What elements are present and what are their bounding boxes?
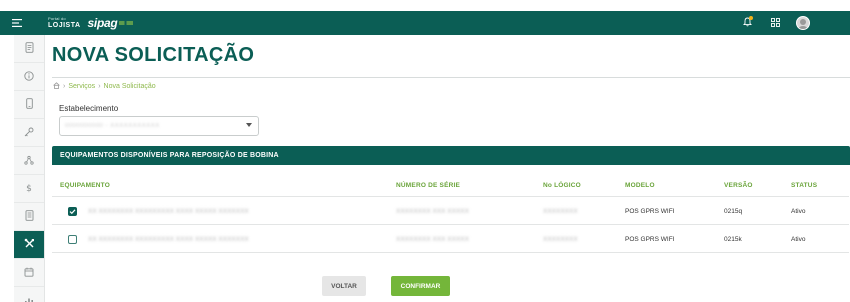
user-avatar[interactable] xyxy=(796,16,810,30)
sidebar-item-documents[interactable] xyxy=(14,203,44,231)
menu-toggle-button[interactable] xyxy=(0,11,34,35)
column-header-version[interactable]: VERSÃO xyxy=(724,182,753,189)
info-icon xyxy=(24,68,34,86)
grid-icon xyxy=(770,14,780,32)
brand-portal-text: Portal do xyxy=(48,16,66,21)
column-header-status[interactable]: STATUS xyxy=(791,182,817,189)
cell-model: POS GPRS WIFI xyxy=(625,236,675,243)
cell-logical: XXXXXXXX xyxy=(543,236,578,243)
sidebar-item-calendar[interactable] xyxy=(14,259,44,287)
cell-model: POS GPRS WIFI xyxy=(625,208,675,215)
cell-equipment: XX XXXXXXXX XXXXXXXXX XXXX XXXXX XXXXXXX xyxy=(88,236,249,243)
receipt-icon xyxy=(25,40,34,58)
graph-icon xyxy=(24,152,34,170)
main-content: NOVA SOLICITAÇÃO › Serviços › Nova Solic… xyxy=(45,35,850,302)
top-actions xyxy=(730,11,850,35)
brand-logo[interactable]: Portal do LOJISTA sipag xyxy=(48,11,134,35)
sidebar-item-charts[interactable] xyxy=(14,287,44,302)
brand-lockup: Portal do LOJISTA xyxy=(48,16,81,30)
column-header-equipment[interactable]: EQUIPAMENTO xyxy=(60,182,110,189)
apps-button[interactable] xyxy=(764,11,786,35)
cell-status: Ativo xyxy=(791,236,806,243)
notification-dot xyxy=(749,16,753,20)
check-icon xyxy=(69,209,76,215)
back-button[interactable]: VOLTAR xyxy=(322,276,366,296)
page-title: NOVA SOLICITAÇÃO xyxy=(52,44,255,66)
sidebar-item-access[interactable] xyxy=(14,119,44,147)
cell-serial: XXXXXXXX XXX XXXXX xyxy=(396,236,469,243)
document-icon xyxy=(25,208,34,226)
column-header-model[interactable]: MODELO xyxy=(625,182,655,189)
breadcrumb-link-services[interactable]: Serviços xyxy=(68,83,95,90)
notifications-button[interactable] xyxy=(736,11,758,35)
establishment-label: Estabelecimento xyxy=(59,104,119,113)
app-frame: Portal do LOJISTA sipag $ NOVA SOLICITAÇ… xyxy=(0,0,850,302)
key-icon xyxy=(24,124,34,142)
tools-icon xyxy=(24,236,35,254)
breadcrumb-current: Nova Solicitação xyxy=(103,83,156,90)
cell-equipment: XX XXXXXXXX XXXXXXXXX XXXX XXXXX XXXXXXX xyxy=(88,208,249,215)
section-header: EQUIPAMENTOS DISPONÍVEIS PARA REPOSIÇÃO … xyxy=(52,146,850,165)
table-row[interactable]: XX XXXXXXXX XXXXXXXXX XXXX XXXXX XXXXXXX… xyxy=(52,225,849,253)
hamburger-icon xyxy=(12,19,22,27)
row-checkbox[interactable] xyxy=(68,235,77,244)
breadcrumb: › Serviços › Nova Solicitação xyxy=(53,82,156,91)
logo-mark-icon xyxy=(119,21,134,25)
sipag-logo-text: sipag xyxy=(87,16,118,30)
table-row[interactable]: XX XXXXXXXX XXXXXXXXX XXXX XXXXX XXXXXXX… xyxy=(52,197,849,225)
sidebar-item-info[interactable] xyxy=(14,63,44,91)
column-header-logical[interactable]: No LÓGICO xyxy=(543,182,581,189)
sidebar-item-services[interactable] xyxy=(14,231,44,259)
sidebar-item-finance[interactable]: $ xyxy=(14,175,44,203)
section-title: EQUIPAMENTOS DISPONÍVEIS PARA REPOSIÇÃO … xyxy=(60,152,279,159)
chevron-right-icon: › xyxy=(63,83,66,90)
home-icon[interactable] xyxy=(53,82,60,91)
chevron-right-icon: › xyxy=(98,83,101,90)
title-divider xyxy=(52,77,850,78)
sidebar-item-reports[interactable] xyxy=(14,147,44,175)
calendar-icon xyxy=(24,264,34,282)
chart-icon xyxy=(24,292,34,302)
table-header: EQUIPAMENTO NÚMERO DE SÉRIE No LÓGICO MO… xyxy=(52,173,849,197)
establishment-select-value: 0000000000 - XXXXXXXXXXX xyxy=(65,123,160,129)
row-checkbox[interactable] xyxy=(68,207,77,216)
mobile-icon xyxy=(25,96,33,114)
sidebar-item-receipts[interactable] xyxy=(14,35,44,63)
cell-version: 0215q xyxy=(724,208,743,215)
cell-status: Ativo xyxy=(791,208,806,215)
establishment-select[interactable]: 0000000000 - XXXXXXXXXXX xyxy=(59,116,259,136)
equipment-table: EQUIPAMENTO NÚMERO DE SÉRIE No LÓGICO MO… xyxy=(52,173,849,253)
sidebar: $ xyxy=(14,35,45,302)
dollar-icon: $ xyxy=(26,183,32,194)
cell-serial: XXXXXXXX XXX XXXXX xyxy=(396,208,469,215)
cell-version: 0215k xyxy=(724,236,742,243)
column-header-serial[interactable]: NÚMERO DE SÉRIE xyxy=(396,182,460,189)
brand-lojista-text: LOJISTA xyxy=(48,22,81,29)
cell-logical: XXXXXXXX xyxy=(543,208,578,215)
sidebar-item-mobile[interactable] xyxy=(14,91,44,119)
top-bar: Portal do LOJISTA sipag xyxy=(0,11,850,35)
confirm-button[interactable]: CONFIRMAR xyxy=(391,276,450,296)
chevron-down-icon xyxy=(246,123,252,127)
